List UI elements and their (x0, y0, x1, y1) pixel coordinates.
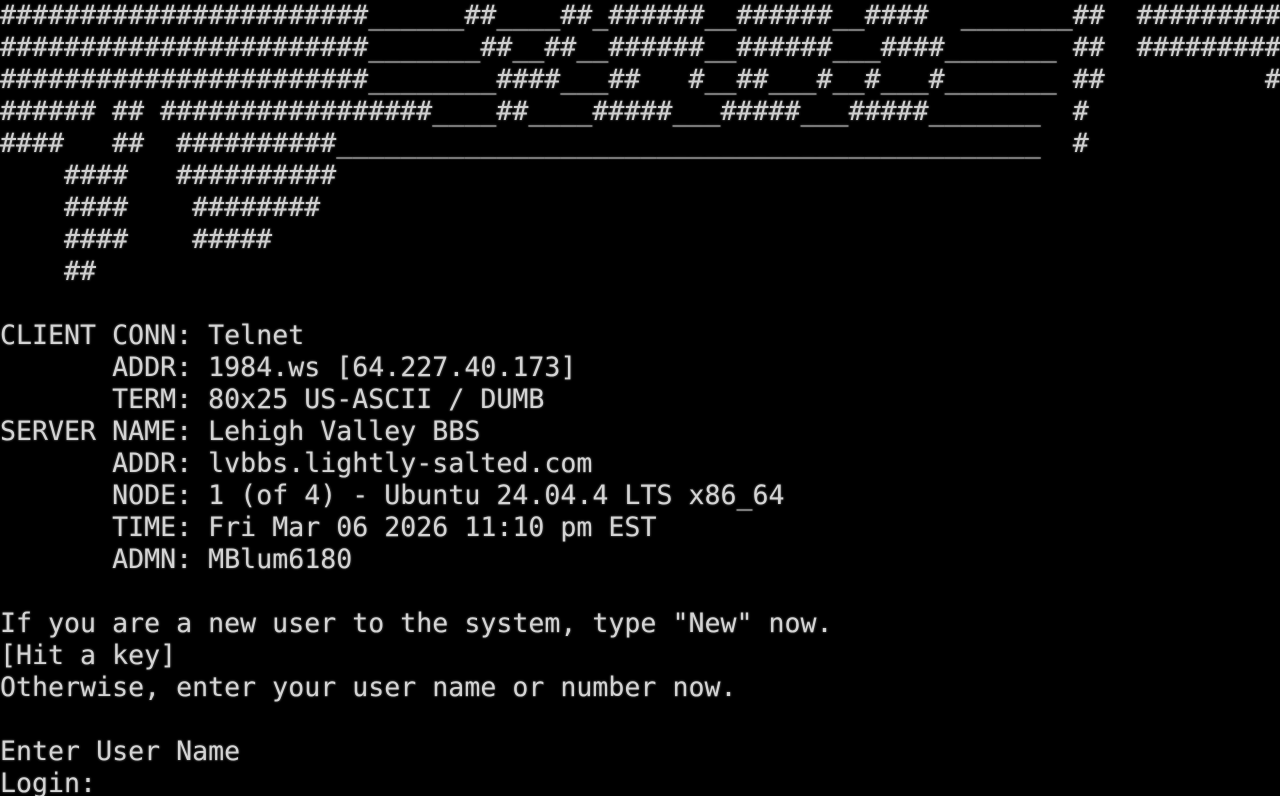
banner-line: #######################______##____##_##… (0, 0, 1280, 31)
server-name-label: SERVER NAME: (0, 416, 193, 447)
banner-line: #### ##### (0, 224, 273, 255)
server-addr-label: ADDR: (112, 448, 193, 479)
server-node-label: NODE: (112, 480, 193, 511)
banner-line: ###### ## #################____##____###… (0, 96, 1089, 127)
server-addr-value: lvbbs.lightly-salted.com (208, 448, 593, 479)
banner-line: #######################________####___##… (0, 64, 1280, 95)
server-admin-line: ADMN: MBlum6180 (0, 544, 1280, 576)
banner-line: #######################_______##__##__##… (0, 32, 1280, 63)
banner-line: #### ## ##########______________________… (0, 128, 1089, 159)
login-prompt-label: Login: (0, 768, 97, 796)
terminal-screen[interactable]: #######################______##____##_##… (0, 0, 1280, 796)
enter-user-name-label: Enter User Name (0, 736, 241, 767)
client-conn-line: CLIENT CONN: Telnet (0, 320, 1280, 352)
server-addr-line: ADDR: lvbbs.lightly-salted.com (0, 448, 1280, 480)
server-time-value: Fri Mar 06 2026 11:10 pm EST (208, 512, 657, 543)
client-term-value: 80x25 US-ASCII / DUMB (208, 384, 545, 415)
banner-line: ## (0, 256, 97, 287)
client-addr-value: 1984.ws [64.227.40.173] (208, 352, 577, 383)
server-time-label: TIME: (112, 512, 193, 543)
server-time-line: TIME: Fri Mar 06 2026 11:10 pm EST (0, 512, 1280, 544)
client-conn-value: Telnet (208, 320, 305, 351)
client-conn-label: CLIENT CONN: (0, 320, 193, 351)
server-admin-value: MBlum6180 (208, 544, 353, 575)
client-term-label: TERM: (112, 384, 193, 415)
login-input[interactable] (112, 768, 1212, 796)
ascii-art-banner: #######################______##____##_##… (0, 0, 1280, 288)
server-admin-label: ADMN: (112, 544, 193, 575)
banner-line: #### ######## (0, 192, 321, 223)
server-node-line: NODE: 1 (of 4) - Ubuntu 24.04.4 LTS x86_… (0, 480, 1280, 512)
hit-key-message: [Hit a key] (0, 640, 177, 671)
server-node-value: 1 (of 4) - Ubuntu 24.04.4 LTS x86_64 (208, 480, 785, 511)
banner-line: #### ########## (0, 160, 337, 191)
client-addr-line: ADDR: 1984.ws [64.227.40.173] (0, 352, 1280, 384)
server-name-line: SERVER NAME: Lehigh Valley BBS (0, 416, 1280, 448)
otherwise-message: Otherwise, enter your user name or numbe… (0, 672, 737, 703)
new-user-message: If you are a new user to the system, typ… (0, 608, 833, 639)
login-prompt-line: Login: (0, 768, 1280, 796)
server-name-value: Lehigh Valley BBS (208, 416, 481, 447)
client-term-line: TERM: 80x25 US-ASCII / DUMB (0, 384, 1280, 416)
client-addr-label: ADDR: (112, 352, 193, 383)
